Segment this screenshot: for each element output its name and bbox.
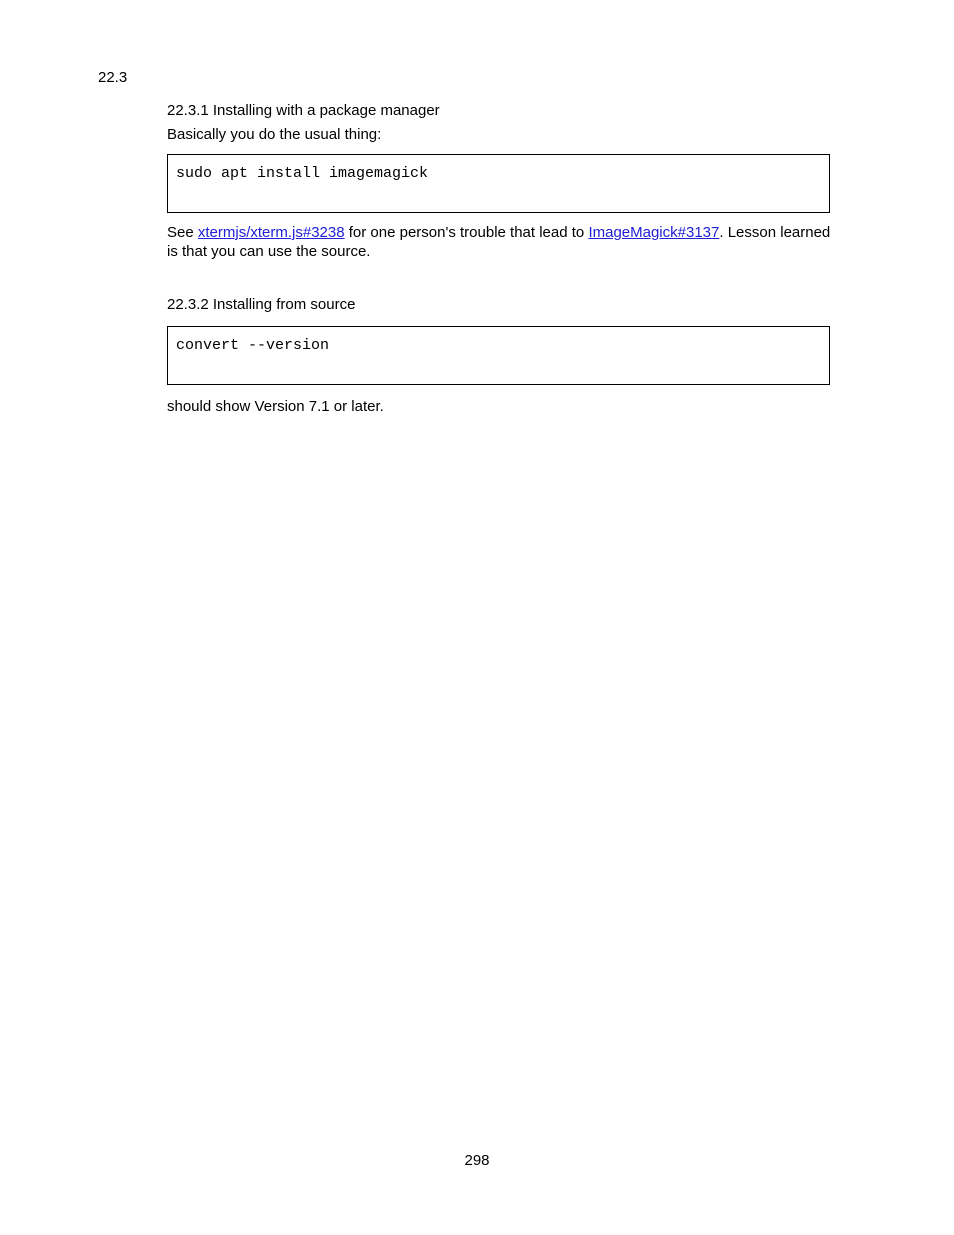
- section-heading-install-source: 22.3.2 Installing from source: [167, 296, 355, 313]
- link-imagemagick-issue[interactable]: ImageMagick#3137: [588, 224, 719, 241]
- code-block-convert-version: convert --version: [167, 326, 830, 385]
- section-heading-install-package-manager: 22.3.1 Installing with a package manager: [167, 102, 440, 119]
- chapter-section-number: 22.3: [98, 69, 127, 86]
- text-pre-link: See: [167, 224, 198, 241]
- paragraph-intro-1: Basically you do the usual thing:: [167, 126, 831, 145]
- page-number: 298: [0, 1152, 954, 1169]
- paragraph-links: See xtermjs/xterm.js#3238 for one person…: [167, 224, 831, 262]
- link-xtermjs-issue[interactable]: xtermjs/xterm.js#3238: [198, 224, 345, 241]
- text-mid: for one person's trouble that lead to: [345, 224, 589, 241]
- paragraph-version-note: should show Version 7.1 or later.: [167, 398, 831, 417]
- code-block-apt-install: sudo apt install imagemagick: [167, 154, 830, 213]
